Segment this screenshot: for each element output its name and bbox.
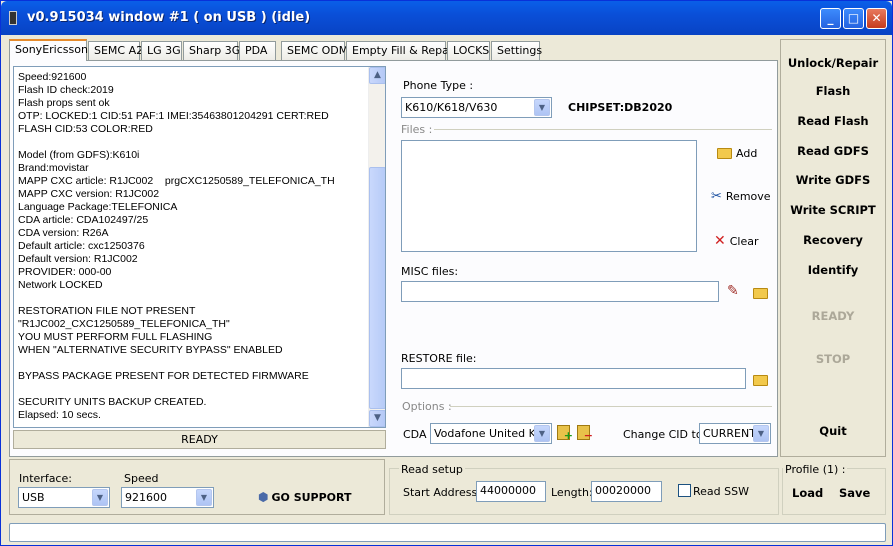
progress-bar [9,523,886,542]
quit-button[interactable]: Quit [781,424,885,438]
cid-select[interactable]: CURRENT ▼ [699,423,771,444]
scissors-icon: ✂ [711,189,722,204]
tab-empty-fill-repair[interactable]: Empty Fill & Repair [346,41,456,61]
folder-icon [717,148,732,159]
remove-button[interactable]: ✂ Remove [711,189,771,204]
phone-type-select[interactable]: K610/K618/V630 ▼ [401,97,552,118]
log-scrollbar[interactable]: ▲ ▼ [368,67,385,427]
unlock-repair-button[interactable]: Unlock/Repair [781,56,885,70]
load-button[interactable]: Load [792,486,823,500]
start-address-input[interactable]: 44000000 [476,481,546,502]
log-status: READY [13,430,386,449]
tab-lg-3g[interactable]: LG 3G [141,41,182,61]
files-divider [434,129,772,130]
change-cid-label: Change CID to [623,428,703,441]
clear-x-icon: ✕ [714,233,726,249]
main-window: v0.915034 window #1 ( on USB ) (idle) _ … [0,0,893,546]
phone-type-value: K610/K618/V630 [405,101,498,114]
interface-select[interactable]: USB ▼ [18,487,110,508]
add-button[interactable]: Add [717,146,757,160]
clear-label: Clear [729,235,759,248]
interface-value: USB [22,491,45,504]
tab-sharp-3g[interactable]: Sharp 3G [183,41,240,61]
actions-panel: Unlock/Repair Flash Read Flash Read GDFS… [780,39,886,457]
cda-value: Vodafone United Kin [434,427,546,440]
phone-type-label: Phone Type : [403,79,474,92]
close-button[interactable]: ✕ [866,8,887,29]
support-icon: ⬢ [258,490,269,504]
misc-files-label: MISC files: [401,265,459,278]
chevron-down-icon[interactable]: ▼ [534,99,550,116]
add-cda-icon[interactable]: + [557,425,573,442]
interface-label: Interface: [19,472,72,485]
recovery-button[interactable]: Recovery [781,233,885,247]
cda-label: CDA [403,428,427,441]
length-label: Length: [551,486,593,499]
log-text: Speed:921600 Flash ID check:2019 Flash p… [18,71,335,421]
tab-locks[interactable]: LOCKS [447,41,490,61]
scroll-up-icon[interactable]: ▲ [369,67,385,84]
go-support-label: GO SUPPORT [271,491,352,504]
add-label: Add [736,147,758,160]
files-list[interactable] [401,140,697,252]
window-title: v0.915034 window #1 ( on USB ) (idle) [27,10,311,25]
tab-pda[interactable]: PDA [239,41,276,61]
tab-settings[interactable]: Settings [491,41,542,61]
speed-label: Speed [124,472,159,485]
remove-label: Remove [725,190,771,203]
read-gdfs-button[interactable]: Read GDFS [781,144,885,158]
profile-label: Profile (1) : [783,463,848,476]
remove-cda-icon[interactable]: − [577,425,593,442]
options-divider [450,406,772,407]
read-setup-label: Read setup [399,463,465,476]
write-script-button[interactable]: Write SCRIPT [781,203,885,217]
restore-file-input[interactable] [401,368,746,389]
read-ssw-label: Read SSW [693,485,749,498]
start-address-label: Start Address: [403,486,481,499]
app-icon [9,11,17,25]
options-label: Options : [402,400,452,413]
misc-files-input[interactable] [401,281,719,302]
write-gdfs-button[interactable]: Write GDFS [781,173,885,187]
edit-pen-icon[interactable]: ✎ [727,283,739,299]
cid-value: CURRENT [703,427,756,440]
read-ssw-checkbox[interactable] [678,484,691,497]
maximize-button[interactable]: □ [843,8,864,29]
misc-folder-icon[interactable] [753,288,768,299]
save-button[interactable]: Save [839,486,870,500]
chevron-down-icon[interactable]: ▼ [92,489,108,506]
chevron-down-icon[interactable]: ▼ [196,489,212,506]
ready-indicator: READY [811,309,855,323]
tab-semc-odm[interactable]: SEMC ODM [281,41,348,61]
log-output[interactable]: Speed:921600 Flash ID check:2019 Flash p… [13,66,386,428]
restore-file-label: RESTORE file: [401,352,477,365]
length-input[interactable]: 00020000 [591,481,662,502]
read-flash-button[interactable]: Read Flash [781,114,885,128]
chipset-label: CHIPSET:DB2020 [568,101,673,114]
restore-folder-icon[interactable] [753,375,768,386]
tab-semc-a2[interactable]: SEMC A2 [88,41,143,61]
speed-value: 921600 [125,491,167,504]
chevron-down-icon[interactable]: ▼ [534,425,550,442]
go-support-button[interactable]: ⬢ GO SUPPORT [258,490,352,504]
title-bar[interactable]: v0.915034 window #1 ( on USB ) (idle) _ … [1,1,892,35]
identify-button[interactable]: Identify [781,263,885,277]
files-label: Files : [401,123,433,136]
cda-select[interactable]: Vodafone United Kin ▼ [430,423,552,444]
clear-button[interactable]: ✕ Clear [714,233,759,249]
scroll-thumb[interactable] [369,167,385,409]
stop-button[interactable]: STOP [781,352,885,366]
chevron-down-icon[interactable]: ▼ [753,425,769,442]
minimize-button[interactable]: _ [820,8,841,29]
speed-select[interactable]: 921600 ▼ [121,487,214,508]
flash-button[interactable]: Flash [781,84,885,98]
tab-sonyericsson[interactable]: SonyEricsson [9,39,88,61]
scroll-down-icon[interactable]: ▼ [369,410,385,427]
